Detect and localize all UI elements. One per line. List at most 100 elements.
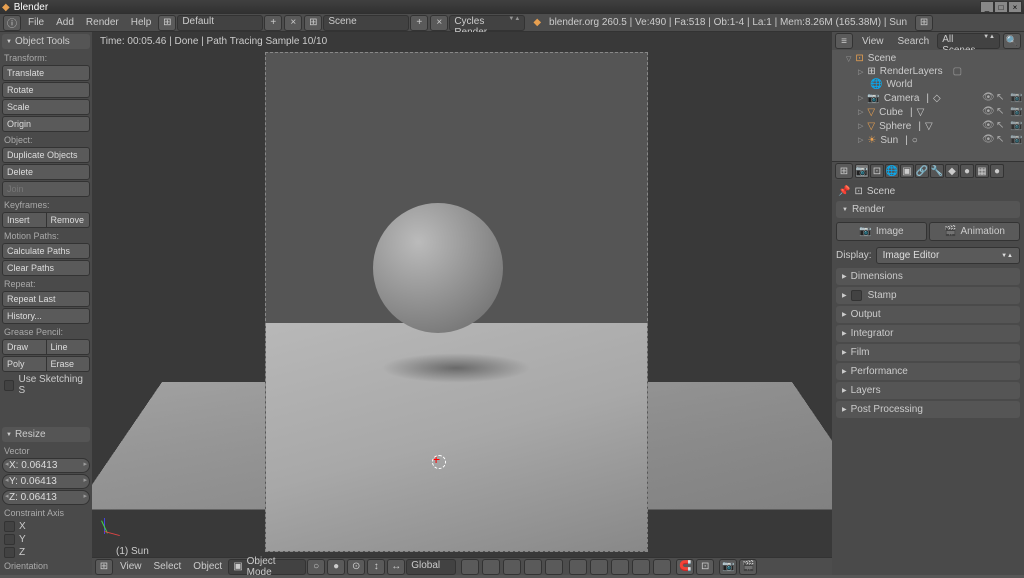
constraint-x-row[interactable]: X — [2, 520, 90, 533]
dimensions-section[interactable]: Dimensions — [836, 268, 1020, 285]
screen-layout-select[interactable]: Default — [177, 15, 263, 31]
resize-x-input[interactable]: X: 0.06413 — [2, 458, 90, 473]
tree-world[interactable]: 🌐World — [834, 78, 1022, 91]
stamp-checkbox[interactable] — [851, 290, 862, 301]
layer-button-6[interactable] — [569, 559, 587, 575]
render-animation-button[interactable]: 🎬Animation — [929, 222, 1020, 241]
layer-button-5[interactable] — [545, 559, 563, 575]
tab-physics[interactable]: ● — [990, 164, 1004, 178]
tree-renderlayers[interactable]: ▷⊞RenderLayers▢ — [834, 65, 1022, 78]
scene-browse-icon[interactable]: ⊞ — [304, 15, 322, 31]
sketching-checkbox[interactable] — [4, 380, 14, 391]
tab-object[interactable]: ▣ — [900, 164, 914, 178]
layer-button-8[interactable] — [611, 559, 629, 575]
snap-type-icon[interactable]: ⊡ — [696, 559, 714, 575]
add-scene-icon[interactable]: + — [410, 15, 428, 31]
cursor-icon[interactable]: ↖ — [996, 92, 1008, 104]
gp-erase-button[interactable]: Erase — [47, 356, 91, 372]
scene-select[interactable]: Scene — [323, 15, 409, 31]
outliner-view-menu[interactable]: View — [856, 34, 890, 49]
pivot-icon[interactable]: ⊙ — [347, 559, 365, 575]
layer-button-2[interactable] — [482, 559, 500, 575]
layer-button-9[interactable] — [632, 559, 650, 575]
layer-button-1[interactable] — [461, 559, 479, 575]
display-select[interactable]: Image Editor▼▲ — [876, 247, 1020, 264]
constraint-x-checkbox[interactable] — [4, 521, 15, 532]
outliner-search-menu[interactable]: Search — [892, 34, 936, 49]
tab-modifiers[interactable]: 🔧 — [930, 164, 944, 178]
render-section-header[interactable]: Render — [836, 201, 1020, 218]
origin-button[interactable]: Origin — [2, 116, 90, 132]
constraint-y-checkbox[interactable] — [4, 534, 15, 545]
resize-z-input[interactable]: Z: 0.06413 — [2, 490, 90, 505]
render-preview-icon[interactable]: 📷 — [719, 559, 737, 575]
render-vis-icon[interactable]: 📷 — [1010, 92, 1022, 104]
integrator-section[interactable]: Integrator — [836, 325, 1020, 342]
tab-world[interactable]: 🌐 — [885, 164, 899, 178]
stamp-section[interactable]: Stamp — [836, 287, 1020, 304]
duplicate-button[interactable]: Duplicate Objects — [2, 147, 90, 163]
add-layout-icon[interactable]: + — [264, 15, 282, 31]
render-vis-icon[interactable]: 📷 — [1010, 134, 1022, 146]
remove-scene-icon[interactable]: × — [430, 15, 448, 31]
performance-section[interactable]: Performance — [836, 363, 1020, 380]
pin-icon[interactable]: 📌 — [838, 186, 850, 197]
tree-camera[interactable]: ▷📷Camera|◇👁↖📷 — [834, 91, 1022, 105]
layer-button-3[interactable] — [503, 559, 521, 575]
viewport-canvas[interactable]: ↖ — [92, 32, 832, 557]
snap-icon[interactable]: 🧲 — [676, 559, 694, 575]
menu-file[interactable]: File — [22, 15, 50, 30]
gp-draw-button[interactable]: Draw — [2, 339, 47, 355]
cursor-icon[interactable]: ↖ — [996, 106, 1008, 118]
render-vis-icon[interactable]: 📷 — [1010, 106, 1022, 118]
layer-button-7[interactable] — [590, 559, 608, 575]
layer-button-10[interactable] — [653, 559, 671, 575]
close-button[interactable]: × — [1008, 1, 1022, 13]
film-section[interactable]: Film — [836, 344, 1020, 361]
gp-line-button[interactable]: Line — [47, 339, 91, 355]
tab-constraints[interactable]: 🔗 — [915, 164, 929, 178]
history-button[interactable]: History... — [2, 308, 90, 324]
viewport-shading-1-icon[interactable]: ○ — [307, 559, 325, 575]
eye-icon[interactable]: 👁 — [982, 120, 994, 132]
header-extra-button[interactable]: ⊞ — [915, 15, 933, 31]
translate-button[interactable]: Translate — [2, 65, 90, 81]
tab-render[interactable]: 📷 — [855, 164, 869, 178]
post-processing-section[interactable]: Post Processing — [836, 401, 1020, 418]
rotate-button[interactable]: Rotate — [2, 82, 90, 98]
gp-poly-button[interactable]: Poly — [2, 356, 47, 372]
select-menu[interactable]: Select — [148, 559, 188, 574]
minimize-button[interactable]: _ — [980, 1, 994, 13]
tree-scene[interactable]: ▽⊡Scene — [834, 52, 1022, 65]
back-to-previous-icon[interactable]: ⊞ — [158, 15, 176, 31]
scale-button[interactable]: Scale — [2, 99, 90, 115]
clear-paths-button[interactable]: Clear Paths — [2, 260, 90, 276]
repeat-last-button[interactable]: Repeat Last — [2, 291, 90, 307]
view-menu[interactable]: View — [114, 559, 148, 574]
render-engine-select[interactable]: Cycles Render▼▲ — [449, 15, 525, 31]
tree-sun[interactable]: ▷☀Sun|○👁↖📷 — [834, 133, 1022, 147]
outliner-filter-select[interactable]: All Scenes▼▲ — [937, 33, 1000, 49]
tree-cube[interactable]: ▷▽Cube|▽👁↖📷 — [834, 105, 1022, 119]
transform-orientation-select[interactable]: Global — [406, 559, 456, 575]
constraint-z-row[interactable]: Z — [2, 546, 90, 559]
layer-button-4[interactable] — [524, 559, 542, 575]
calculate-paths-button[interactable]: Calculate Paths — [2, 243, 90, 259]
tab-data[interactable]: ◆ — [945, 164, 959, 178]
outliner-editor-icon[interactable]: ≡ — [835, 33, 853, 49]
resize-header[interactable]: Resize — [2, 427, 90, 442]
remove-layout-icon[interactable]: × — [284, 15, 302, 31]
cursor-icon[interactable]: ↖ — [996, 120, 1008, 132]
menu-add[interactable]: Add — [50, 15, 80, 30]
tab-scene[interactable]: ⊡ — [870, 164, 884, 178]
maximize-button[interactable]: □ — [994, 1, 1008, 13]
viewport-shading-2-icon[interactable]: ● — [327, 559, 345, 575]
object-menu[interactable]: Object — [187, 559, 228, 574]
tab-material[interactable]: ● — [960, 164, 974, 178]
constraint-y-row[interactable]: Y — [2, 533, 90, 546]
3d-viewport[interactable]: Time: 00:05.46 | Done | Path Tracing Sam… — [92, 32, 832, 575]
object-tools-header[interactable]: Object Tools — [2, 34, 90, 49]
outliner-search-icon[interactable]: 🔍 — [1003, 33, 1021, 49]
cursor-icon[interactable]: ↖ — [996, 134, 1008, 146]
sketching-checkbox-row[interactable]: Use Sketching S — [2, 373, 90, 397]
